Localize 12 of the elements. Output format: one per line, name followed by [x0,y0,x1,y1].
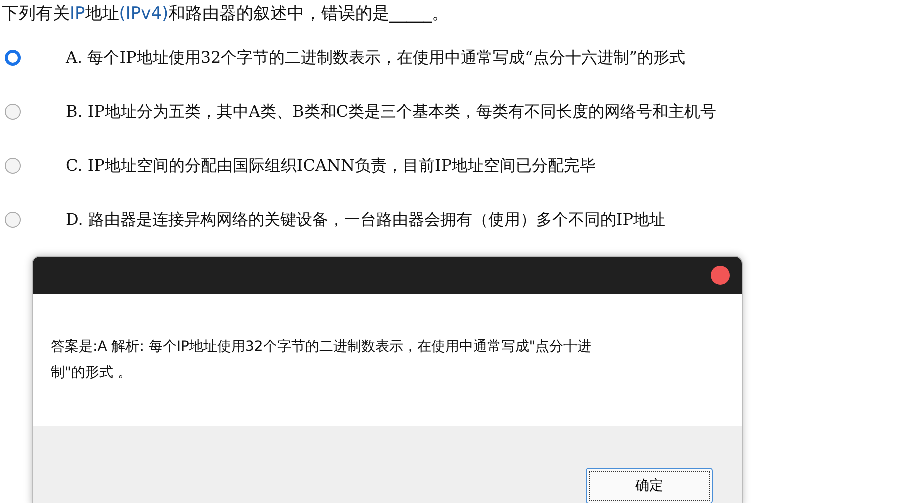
dialog-message: 答案是:A 解析: 每个IP地址使用32个字节的二进制数表示，在使用中通常写成"点分十进制"的形式 。 [51,338,593,383]
option-label[interactable]: D. 路由器是连接异构网络的关键设备，一台路由器会拥有（使用）多个不同的IP地址 [66,210,666,230]
option-label[interactable]: C. IP地址空间的分配由国际组织ICANN负责，目前IP地址空间已分配完毕 [66,156,596,176]
radio-button[interactable] [5,158,21,174]
radio-button[interactable] [5,50,21,66]
radio-button[interactable] [5,104,21,120]
ok-button[interactable]: 确定 [586,468,713,503]
option-label[interactable]: A. 每个IP地址使用32个字节的二进制数表示，在使用中通常写成“点分十六进制”的形式 [66,48,686,68]
question-text: 下列有关IP地址(IPv4)和路由器的叙述中，错误的是_____。 [1,3,450,26]
close-icon[interactable] [711,266,730,285]
option-label[interactable]: B. IP地址分为五类，其中A类、B类和C类是三个基本类，每类有不同长度的网络号和主机号 [66,102,717,122]
radio-button[interactable] [5,212,21,228]
